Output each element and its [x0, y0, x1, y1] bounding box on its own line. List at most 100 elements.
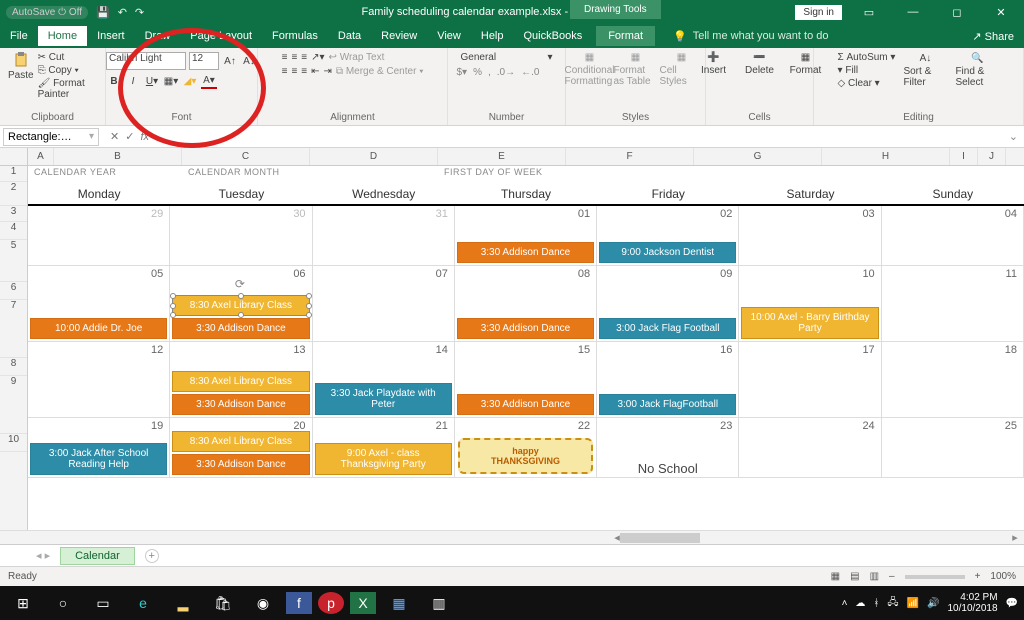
tab-quickbooks[interactable]: QuickBooks: [514, 26, 593, 46]
network-icon[interactable]: 🖧: [887, 595, 898, 612]
calendar-day-cell[interactable]: 093:00 Jack Flag Football: [597, 266, 739, 341]
fill-color-button[interactable]: ◢▾: [182, 73, 198, 89]
new-sheet-button[interactable]: +: [145, 549, 159, 563]
calendar-event[interactable]: 3:30 Addison Dance: [172, 394, 309, 415]
pinterest-icon[interactable]: p: [318, 592, 344, 614]
format-as-table-button[interactable]: ▦Format as Table: [614, 52, 658, 87]
store-icon[interactable]: 🛍: [206, 589, 240, 617]
calendar-day-cell[interactable]: 138:30 Axel Library Class3:30 Addison Da…: [170, 342, 312, 417]
calendar-day-cell[interactable]: 193:00 Jack After School Reading Help: [28, 418, 170, 477]
cortana-icon[interactable]: ○: [46, 589, 80, 617]
volume-icon[interactable]: 🔊: [927, 598, 939, 609]
calendar-day-cell[interactable]: 22happy THANKSGIVING: [455, 418, 597, 477]
calendar-day-cell[interactable]: 143:30 Jack Playdate with Peter: [313, 342, 455, 417]
redo-icon[interactable]: ↷: [135, 6, 144, 19]
app-icon[interactable]: ▦: [382, 589, 416, 617]
calendar-day-cell[interactable]: 208:30 Axel Library Class3:30 Addison Da…: [170, 418, 312, 477]
autosum-button[interactable]: Σ AutoSum ▾: [838, 52, 896, 63]
calendar-day-cell[interactable]: 25: [882, 418, 1024, 477]
calendar-day-cell[interactable]: 163:00 Jack FlagFootball: [597, 342, 739, 417]
col-header[interactable]: F: [566, 148, 694, 165]
tab-review[interactable]: Review: [371, 26, 427, 46]
task-view-icon[interactable]: ▭: [86, 589, 120, 617]
calendar-day-cell[interactable]: 04: [882, 206, 1024, 265]
edge-icon[interactable]: e: [126, 589, 160, 617]
zoom-slider[interactable]: [905, 575, 965, 579]
calendar-event[interactable]: 3:30 Addison Dance: [457, 318, 594, 339]
calendar-day-cell[interactable]: 17: [739, 342, 881, 417]
increase-font-icon[interactable]: A↑: [222, 53, 238, 69]
ribbon-options-icon[interactable]: ▭: [852, 6, 886, 19]
calendar-day-cell[interactable]: 013:30 Addison Dance: [455, 206, 597, 265]
calendar-event[interactable]: 3:00 Jack Flag Football: [599, 318, 736, 339]
calendar-event[interactable]: 8:30 Axel Library Class: [172, 371, 309, 392]
calendar-day-cell[interactable]: 07: [313, 266, 455, 341]
align-bottom-icon[interactable]: ≡: [301, 52, 307, 63]
align-center-icon[interactable]: ≡: [291, 66, 297, 77]
calendar-day-cell[interactable]: 18: [882, 342, 1024, 417]
align-middle-icon[interactable]: ≡: [291, 52, 297, 63]
indent-dec-icon[interactable]: ⇤: [311, 66, 319, 77]
name-box[interactable]: Rectangle:…▾: [3, 128, 99, 146]
column-headers[interactable]: A B C D E F G H I J: [0, 148, 1024, 166]
tell-me-search[interactable]: 💡 Tell me what you want to do: [673, 30, 828, 43]
cut-button[interactable]: ✂ Cut: [38, 52, 97, 63]
close-icon[interactable]: ✕: [984, 6, 1018, 19]
col-header[interactable]: B: [54, 148, 182, 165]
onedrive-icon[interactable]: ☁: [855, 598, 865, 609]
dec-decimal-icon[interactable]: ←.0: [521, 67, 539, 78]
autosave-toggle[interactable]: AutoSave ⏻ Off: [6, 6, 88, 19]
fx-icon[interactable]: fx: [140, 131, 149, 143]
scroll-thumb[interactable]: [620, 533, 700, 543]
view-page-icon[interactable]: ▤: [850, 571, 859, 582]
col-header[interactable]: H: [822, 148, 950, 165]
view-break-icon[interactable]: ▥: [870, 571, 879, 582]
align-top-icon[interactable]: ≡: [282, 52, 288, 63]
enter-formula-icon[interactable]: ✓: [125, 130, 134, 143]
delete-cells-button[interactable]: ➖Delete: [738, 52, 782, 76]
minimize-icon[interactable]: —: [896, 6, 930, 18]
undo-icon[interactable]: ↶: [118, 6, 127, 19]
calendar-event[interactable]: 3:30 Jack Playdate with Peter: [315, 383, 452, 415]
tab-home[interactable]: Home: [38, 26, 87, 46]
tab-file[interactable]: File: [0, 26, 38, 46]
orientation-icon[interactable]: ↗▾: [311, 52, 324, 63]
calendar-event[interactable]: 3:00 Jack FlagFootball: [599, 394, 736, 415]
tab-data[interactable]: Data: [328, 26, 371, 46]
copy-button[interactable]: ⎘ Copy ▾: [38, 65, 97, 76]
calendar-day-cell[interactable]: 03: [739, 206, 881, 265]
tab-format[interactable]: Format: [596, 26, 655, 46]
tab-draw[interactable]: Draw: [135, 26, 181, 46]
conditional-formatting-button[interactable]: ▦Conditional Formatting: [568, 52, 612, 87]
paste-button[interactable]: Paste: [8, 52, 34, 100]
font-name-select[interactable]: Calibri Light: [106, 52, 186, 70]
tab-insert[interactable]: Insert: [87, 26, 135, 46]
calendar-event[interactable]: 3:30 Addison Dance: [172, 318, 309, 339]
insert-cells-button[interactable]: ➕Insert: [692, 52, 736, 76]
facebook-icon[interactable]: f: [286, 592, 312, 614]
notifications-icon[interactable]: 💬: [1006, 598, 1018, 609]
calendar-day-cell[interactable]: 1010:00 Axel - Barry Birthday Party: [739, 266, 881, 341]
indent-inc-icon[interactable]: ⇥: [324, 66, 332, 77]
comma-icon[interactable]: ,: [488, 67, 491, 78]
excel-icon[interactable]: X: [350, 592, 376, 614]
calendar-event[interactable]: 10:00 Axel - Barry Birthday Party: [741, 307, 878, 339]
calendar-event[interactable]: 9:00 Jackson Dentist: [599, 242, 736, 263]
zoom-out-icon[interactable]: –: [889, 571, 895, 582]
select-all-corner[interactable]: [0, 148, 28, 165]
col-header[interactable]: C: [182, 148, 310, 165]
maximize-icon[interactable]: ◻: [940, 6, 974, 19]
wrap-text-button[interactable]: ↩ Wrap Text: [329, 52, 385, 63]
calendar-day-cell[interactable]: 153:30 Addison Dance: [455, 342, 597, 417]
calendar-event[interactable]: 3:00 Jack After School Reading Help: [30, 443, 167, 475]
col-header[interactable]: E: [438, 148, 566, 165]
calendar-day-cell[interactable]: 30: [170, 206, 312, 265]
col-header[interactable]: J: [978, 148, 1006, 165]
col-header[interactable]: G: [694, 148, 822, 165]
calendar-day-cell[interactable]: 12: [28, 342, 170, 417]
tab-view[interactable]: View: [427, 26, 471, 46]
zoom-in-icon[interactable]: +: [975, 571, 981, 582]
calendar-day-cell[interactable]: 31: [313, 206, 455, 265]
calendar-day-cell[interactable]: 0510:00 Addie Dr. Joe: [28, 266, 170, 341]
calendar-event[interactable]: 3:30 Addison Dance: [457, 394, 594, 415]
